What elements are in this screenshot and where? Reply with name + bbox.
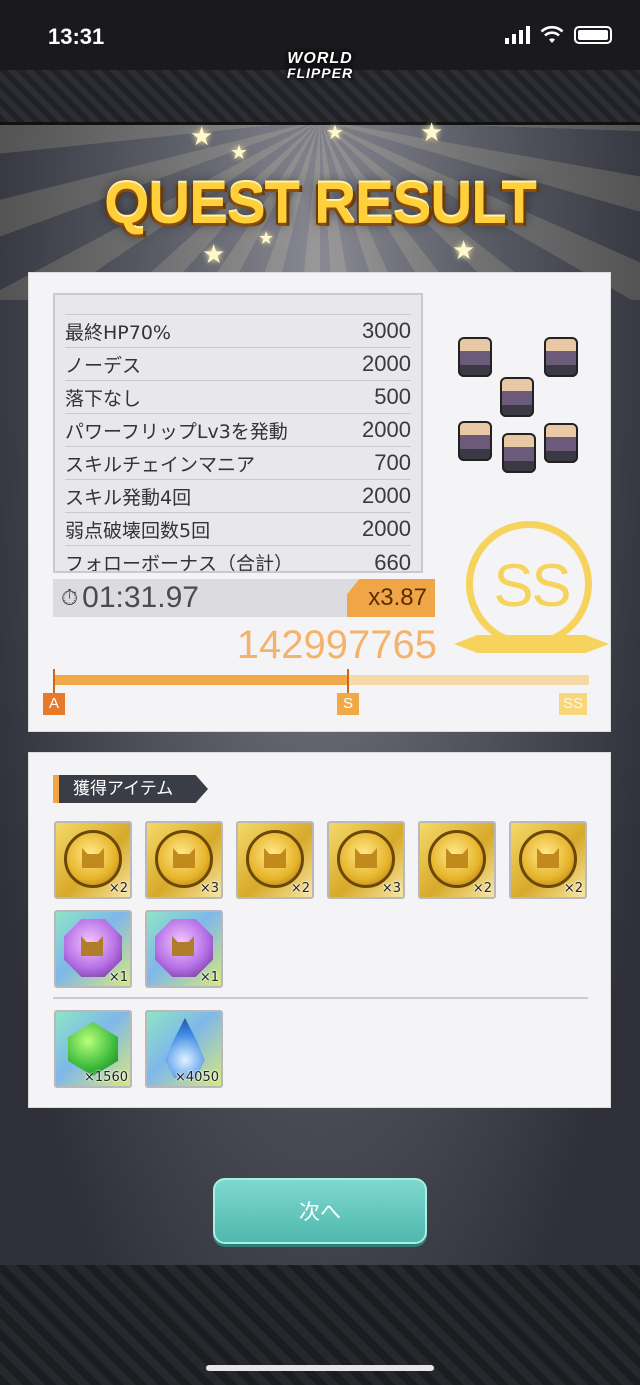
rank-badge-text: SS [493, 552, 571, 619]
battery-icon [574, 26, 612, 44]
score-row-label: ノーデス [65, 354, 142, 377]
gold-coin-icon [64, 830, 122, 888]
item-count: ×3 [381, 881, 401, 896]
reward-slot[interactable]: ×4050 [145, 1010, 223, 1088]
item-slot[interactable]: ×2 [236, 821, 314, 899]
score-row: フォローボーナス（合計） 660 [65, 546, 411, 573]
gold-coin-icon [519, 830, 577, 888]
logo-line2: FLIPPER [286, 65, 354, 81]
item-slot[interactable]: ×2 [418, 821, 496, 899]
rank-progress-bar [53, 675, 589, 685]
item-slot[interactable]: ×1 [54, 910, 132, 988]
game-logo: WORLD FLIPPER [0, 50, 640, 81]
character-sprite [500, 377, 534, 417]
stopwatch-icon: ⏱ [61, 585, 79, 611]
score-row-clipped [65, 295, 411, 315]
clear-time: 01:31.97 [82, 581, 199, 614]
character-sprite [502, 433, 536, 473]
character-sprite [458, 337, 492, 377]
score-row-label: 最終HP70% [65, 321, 171, 344]
gold-coin-icon [155, 830, 213, 888]
score-row-label: スキルチェインマニア [65, 453, 256, 476]
item-count: ×2 [108, 881, 128, 896]
purple-crest-icon [155, 919, 213, 977]
score-row-value: 500 [374, 384, 411, 409]
reward-slot[interactable]: ×1560 [54, 1010, 132, 1088]
item-slot[interactable]: ×3 [327, 821, 405, 899]
rank-tick-a [53, 669, 55, 693]
purple-crest-icon [64, 919, 122, 977]
score-row-label: パワーフリップLv3を発動 [65, 420, 288, 443]
item-slot[interactable]: ×2 [54, 821, 132, 899]
score-row: スキルチェインマニア 700 [65, 447, 411, 480]
result-panel: 最終HP70% 3000 ノーデス 2000 落下なし 500 パワーフリップL… [28, 272, 611, 732]
item-count: ×2 [472, 881, 492, 896]
party-sprites [454, 303, 594, 488]
score-row-value: 2000 [362, 516, 411, 541]
reward-count: ×1560 [84, 1070, 128, 1085]
score-multiplier: x3.87 [347, 579, 435, 617]
star-icon: ★ [190, 122, 214, 152]
score-row-label: 弱点破壊回数5回 [65, 519, 211, 542]
next-button[interactable]: 次へ [213, 1178, 427, 1244]
signal-icon [505, 26, 530, 44]
score-row-value: 2000 [362, 417, 411, 442]
star-icon: ★ [420, 118, 444, 148]
character-sprite [544, 423, 578, 463]
item-count: ×2 [563, 881, 583, 896]
rank-mark-ss: SS [559, 693, 588, 715]
green-gem-icon [68, 1022, 118, 1076]
star-icon: ★ [452, 236, 476, 266]
rank-mark-a: A [43, 693, 65, 715]
reward-count: ×4050 [175, 1070, 219, 1085]
total-score: 142997765 [236, 623, 437, 667]
item-slot[interactable]: ×3 [145, 821, 223, 899]
score-row-label: スキル発動4回 [65, 486, 192, 509]
score-row-label: 落下なし [65, 387, 142, 410]
score-row: パワーフリップLv3を発動 2000 [65, 414, 411, 447]
score-row: 落下なし 500 [65, 381, 411, 414]
score-row: 弱点破壊回数5回 2000 [65, 513, 411, 546]
item-count: ×3 [199, 881, 219, 896]
badge-wing [454, 635, 609, 653]
score-row: 最終HP70% 3000 [65, 315, 411, 348]
gold-coin-icon [337, 830, 395, 888]
rank-mark-s: S [337, 693, 359, 715]
star-icon: ★ [326, 120, 344, 144]
gold-coin-icon [246, 830, 304, 888]
ss-rank-badge: SS [454, 513, 609, 663]
score-row: ノーデス 2000 [65, 348, 411, 381]
score-row-label: フォローボーナス（合計） [65, 553, 294, 573]
items-divider [53, 997, 588, 999]
score-breakdown-table[interactable]: 最終HP70% 3000 ノーデス 2000 落下なし 500 パワーフリップL… [53, 293, 423, 573]
gold-coin-icon [428, 830, 486, 888]
item-count: ×2 [290, 881, 310, 896]
score-row-value: 2000 [362, 351, 411, 376]
status-time: 13:31 [48, 24, 105, 49]
items-heading: 獲得アイテム [53, 775, 208, 803]
item-slot[interactable]: ×1 [145, 910, 223, 988]
item-slot[interactable]: ×2 [509, 821, 587, 899]
wifi-icon [540, 26, 564, 43]
star-icon: ★ [202, 240, 226, 270]
blue-flame-icon [165, 1018, 205, 1078]
character-sprite [544, 337, 578, 377]
score-row-value: 2000 [362, 483, 411, 508]
score-row: スキル発動4回 2000 [65, 480, 411, 513]
rank-progress-fill [53, 675, 348, 685]
item-count: ×1 [199, 970, 219, 985]
status-icons [505, 26, 612, 44]
score-row-value: 660 [374, 549, 411, 573]
rank-tick-s [347, 669, 349, 693]
item-count: ×1 [108, 970, 128, 985]
score-row-value: 3000 [362, 318, 411, 343]
home-indicator[interactable] [206, 1365, 434, 1371]
score-row-value: 700 [374, 450, 411, 475]
acquired-items-panel: 獲得アイテム ×2 ×3 ×2 ×3 ×2 ×2 ×1 ×1 ×1560 ×40… [28, 752, 611, 1108]
star-icon: ★ [230, 140, 248, 164]
quest-result-title: QUEST RESULT [104, 171, 537, 236]
character-sprite [458, 421, 492, 461]
